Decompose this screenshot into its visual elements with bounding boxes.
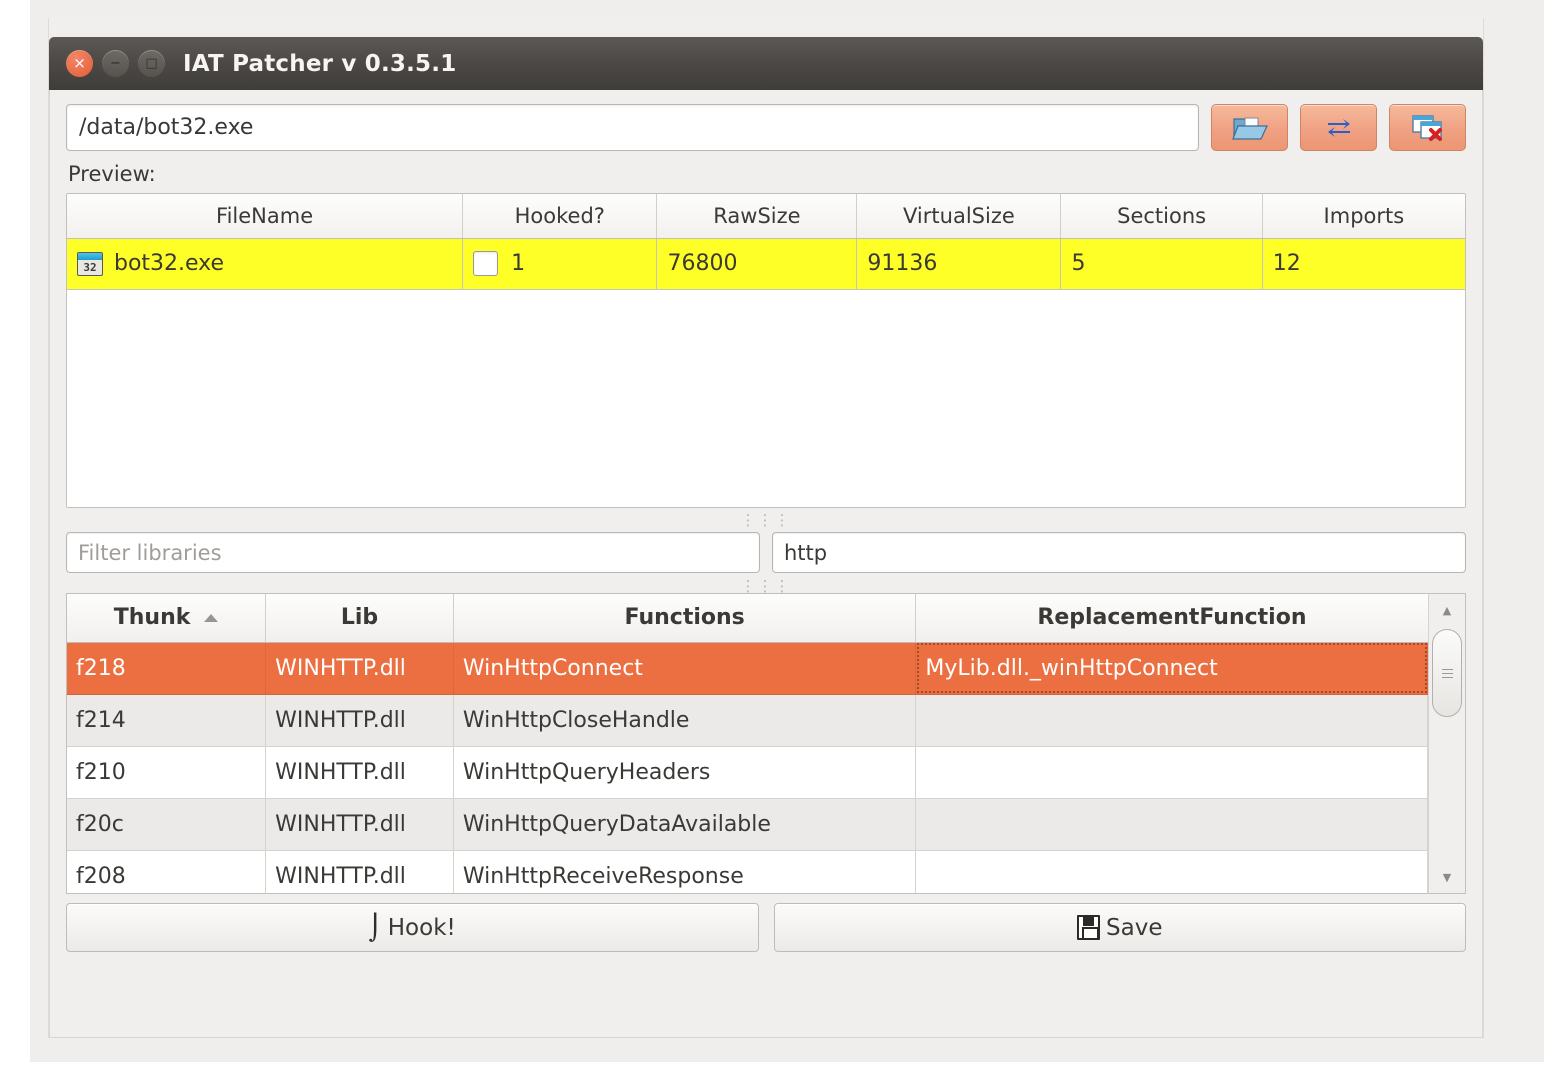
cell-replacement[interactable] [915, 694, 1428, 747]
preview-label: Preview: [68, 162, 156, 186]
scrollbar-thumb[interactable] [1432, 629, 1462, 717]
cell-thunk[interactable]: f214 [67, 694, 267, 747]
action-bar: ⌡ Hook! Save [66, 903, 1466, 952]
cell-lib[interactable]: WINHTTP.dll [265, 746, 454, 799]
scroll-up-icon[interactable]: ▲ [1432, 597, 1462, 623]
cell-thunk[interactable]: f20c [67, 798, 267, 851]
cell-replacement[interactable] [915, 746, 1428, 799]
hook-icon: ⌡ [368, 913, 382, 942]
cell-function[interactable]: WinHttpCloseHandle [453, 694, 917, 747]
hook-button[interactable]: ⌡ Hook! [66, 903, 759, 952]
filename-text: bot32.exe [114, 251, 225, 276]
refresh-icon [1327, 118, 1350, 137]
functions-col-lib[interactable]: Lib [265, 594, 454, 643]
cell-lib[interactable]: WINHTTP.dll [265, 642, 454, 695]
cell-replacement[interactable] [915, 798, 1428, 851]
cell-function[interactable]: WinHttpReceiveResponse [453, 850, 917, 893]
open-file-button[interactable] [1211, 104, 1288, 151]
cell-hooked[interactable]: 1 [462, 238, 658, 290]
library-filter-input[interactable]: Filter libraries [66, 532, 760, 573]
save-button-label: Save [1106, 914, 1163, 941]
window-controls: × − □ [66, 50, 165, 77]
preview-col-virtualsize[interactable]: VirtualSize [856, 194, 1062, 239]
cell-sections: 5 [1060, 238, 1263, 290]
scrollbar-track[interactable] [1432, 623, 1462, 864]
preview-col-sections[interactable]: Sections [1060, 194, 1263, 239]
table-row[interactable]: f210 WINHTTP.dll WinHttpQueryHeaders [67, 746, 1428, 799]
close-all-button[interactable] [1389, 104, 1466, 151]
reload-button[interactable] [1300, 104, 1377, 151]
cell-replacement[interactable]: MyLib.dll._winHttpConnect [915, 642, 1428, 695]
open-folder-icon [1231, 117, 1268, 140]
cell-replacement[interactable] [915, 850, 1428, 893]
cell-thunk[interactable]: f218 [67, 642, 267, 695]
functions-col-thunk[interactable]: Thunk [67, 594, 267, 643]
table-row[interactable]: 32 bot32.exe 1 76800 91136 5 12 [67, 238, 1465, 290]
pane-splitter[interactable]: ⋮⋮⋮ [66, 508, 1466, 532]
cell-function[interactable]: WinHttpQueryHeaders [453, 746, 917, 799]
preview-empty-area [67, 289, 1465, 507]
functions-col-functions[interactable]: Functions [453, 594, 917, 643]
preview-col-filename[interactable]: FileName [67, 194, 464, 239]
filter-splitter[interactable]: ⋮⋮⋮ [66, 577, 1466, 595]
table-row[interactable]: f20c WINHTTP.dll WinHttpQueryDataAvailab… [67, 798, 1428, 851]
cell-function[interactable]: WinHttpConnect [453, 642, 917, 695]
cell-lib[interactable]: WINHTTP.dll [265, 798, 454, 851]
cell-thunk[interactable]: f208 [67, 850, 267, 893]
scroll-down-icon[interactable]: ▼ [1432, 864, 1462, 890]
cell-virtualsize: 91136 [856, 238, 1062, 290]
table-row[interactable]: f214 WINHTTP.dll WinHttpCloseHandle [67, 694, 1428, 747]
functions-header-row: Thunk Lib Functions ReplacementFunction [67, 594, 1428, 643]
minimize-icon[interactable]: − [102, 50, 129, 77]
hook-button-label: Hook! [387, 914, 456, 941]
functions-table-panel: Thunk Lib Functions ReplacementFunction … [66, 593, 1428, 894]
file-path-input[interactable]: /data/bot32.exe [66, 104, 1199, 151]
functions-table: Thunk Lib Functions ReplacementFunction … [67, 594, 1428, 893]
maximize-icon[interactable]: □ [138, 50, 165, 77]
close-icon[interactable]: × [66, 50, 93, 77]
cell-imports: 12 [1262, 238, 1465, 290]
cell-rawsize: 76800 [656, 238, 858, 290]
title-bar: × − □ IAT Patcher v 0.3.5.1 [49, 37, 1483, 90]
table-row[interactable]: f218 WINHTTP.dll WinHttpConnect MyLib.dl… [67, 642, 1428, 695]
cell-lib[interactable]: WINHTTP.dll [265, 850, 454, 893]
preview-col-hooked[interactable]: Hooked? [462, 194, 658, 239]
hooked-count: 1 [511, 251, 526, 276]
close-windows-icon [1411, 114, 1442, 141]
cell-thunk[interactable]: f210 [67, 746, 267, 799]
cell-function[interactable]: WinHttpQueryDataAvailable [453, 798, 917, 851]
save-button[interactable]: Save [773, 903, 1466, 952]
cell-filename[interactable]: 32 bot32.exe [67, 238, 464, 290]
table-row[interactable]: f208 WINHTTP.dll WinHttpReceiveResponse [67, 850, 1428, 893]
cell-lib[interactable]: WINHTTP.dll [265, 694, 454, 747]
preview-table-panel: FileName Hooked? RawSize VirtualSize Sec… [66, 193, 1466, 508]
preview-col-imports[interactable]: Imports [1262, 194, 1465, 239]
functions-col-replacement[interactable]: ReplacementFunction [915, 594, 1428, 643]
app-body: /data/bot32.exe Preview: FileName Hooked… [49, 90, 1483, 1038]
functions-col-thunk-label: Thunk [113, 605, 191, 631]
preview-col-rawsize[interactable]: RawSize [656, 194, 858, 239]
preview-table: FileName Hooked? RawSize VirtualSize Sec… [67, 194, 1465, 290]
function-filter-input[interactable]: http [772, 532, 1466, 573]
exe32-icon: 32 [77, 251, 103, 276]
functions-scrollbar[interactable]: ▲ ▼ [1428, 593, 1466, 894]
path-toolbar: /data/bot32.exe [66, 104, 1466, 151]
functions-area: Thunk Lib Functions ReplacementFunction … [66, 593, 1466, 894]
floppy-disk-icon [1077, 915, 1101, 940]
window-title: IAT Patcher v 0.3.5.1 [183, 50, 457, 77]
sort-ascending-icon [204, 614, 219, 623]
hooked-checkbox[interactable] [473, 251, 499, 276]
preview-header-row: FileName Hooked? RawSize VirtualSize Sec… [67, 194, 1465, 239]
filter-bar: Filter libraries http [66, 532, 1466, 573]
